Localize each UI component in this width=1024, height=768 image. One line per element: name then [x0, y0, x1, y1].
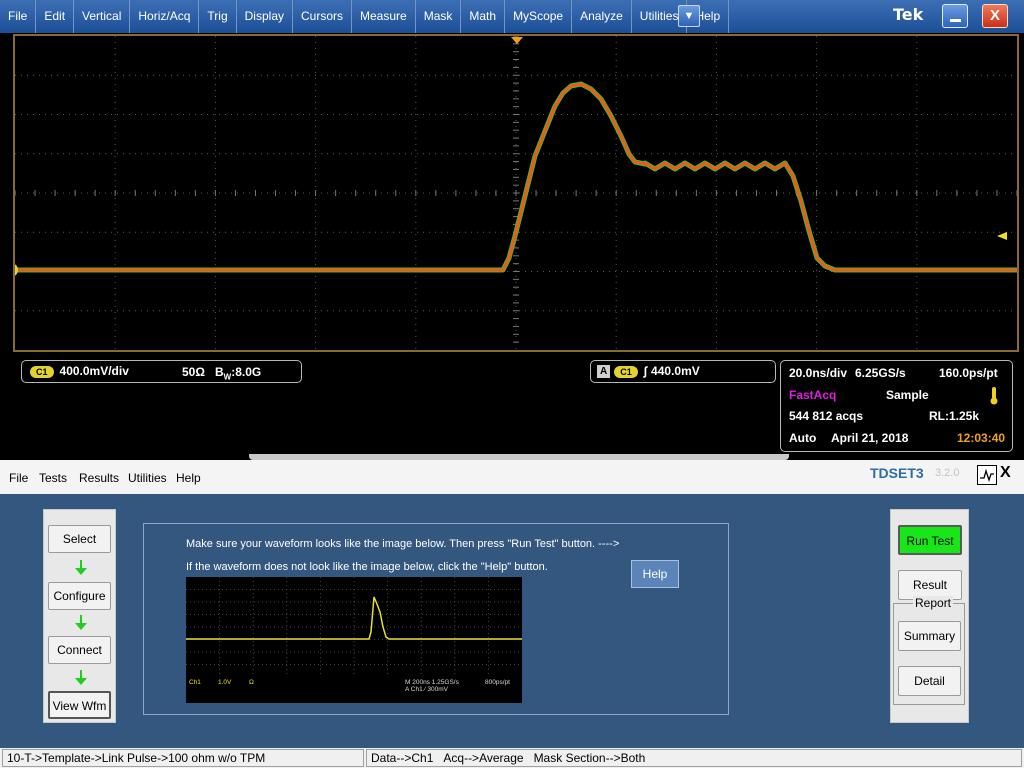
ch1-scale: 400.0mV/div [59, 364, 129, 378]
close-button[interactable]: X [982, 4, 1008, 28]
acquisition-status: Data-->Ch1 Acq-->Average Mask Section-->… [366, 749, 1022, 767]
menu-analyze[interactable]: Analyze [572, 0, 632, 33]
flow-panel: Select Configure Connect View Wfm [43, 509, 116, 723]
ch1-badge: C1 [30, 365, 54, 378]
acquisition-count: 544 812 acqs [789, 409, 864, 423]
trigger-position-marker-icon [511, 37, 523, 44]
tek-logo: Tek [893, 5, 924, 24]
status-bar: 10-T->Template->Link Pulse->100 ohm w/o … [0, 748, 1024, 768]
ref-resolution-label: 800ps/pt [485, 679, 510, 686]
report-label: Report [913, 596, 954, 610]
instruction-line-1: Make sure your waveform looks like the i… [186, 538, 620, 550]
menu-measure[interactable]: Measure [352, 0, 416, 33]
ch1-ground-marker-icon: 1 [15, 264, 18, 276]
scope-menubar: File Edit Vertical Horiz/Acq Trig Displa… [0, 0, 1024, 33]
configure-button[interactable]: Configure [48, 582, 111, 610]
graticule-center-ticks [15, 36, 1017, 343]
trigger-level-arrow-icon [997, 232, 1007, 240]
date: April 21, 2018 [831, 431, 909, 445]
waveform-app-icon[interactable] [977, 465, 997, 485]
trigger-source-badge: C1 [614, 365, 638, 378]
time: 12:03:40 [957, 431, 1006, 445]
detail-button[interactable]: Detail [898, 666, 961, 696]
thermometer-icon [990, 387, 998, 405]
tdset3-window: File Tests Results Utilities Help TDSET3… [0, 460, 1024, 768]
ch1-readout[interactable]: C1 400.0mV/div 50Ω BW:8.0G [21, 360, 302, 383]
select-button[interactable]: Select [48, 525, 111, 553]
trigger-mode: Auto [789, 431, 817, 445]
menu-mask[interactable]: Mask [416, 0, 462, 33]
action-panel: Run Test Result Report Summary Detail [890, 509, 969, 723]
menu-cursors[interactable]: Cursors [293, 0, 353, 33]
horizontal-scale: 20.0ns/div [789, 366, 848, 380]
help-button[interactable]: Help [631, 560, 679, 588]
menu-math[interactable]: Math [461, 0, 506, 33]
app-menu-tests[interactable]: Tests [39, 471, 67, 485]
ref-ch-label: Ch1 [189, 679, 201, 686]
menu-horiz-acq[interactable]: Horiz/Acq [130, 0, 200, 33]
minimize-button[interactable] [942, 4, 968, 28]
app-body: Select Configure Connect View Wfm Make s… [0, 494, 1024, 748]
sample-mode: Sample [886, 388, 929, 402]
trigger-mode-badge: A [597, 365, 611, 379]
test-path-status: 10-T->Template->Link Pulse->100 ohm w/o … [2, 749, 364, 767]
app-version: 3.2.0 [935, 467, 960, 479]
menu-display[interactable]: Display [237, 0, 293, 33]
summary-button[interactable]: Summary [898, 621, 961, 651]
report-group: Report Summary Detail [893, 596, 965, 705]
app-menu-results[interactable]: Results [79, 471, 119, 485]
instruction-line-2: If the waveform does not look like the i… [186, 561, 548, 573]
flow-arrow-icon [75, 560, 87, 575]
app-menu-file[interactable]: File [9, 471, 28, 485]
reference-waveform-image: Ch1 1.0V Ω M 200ns 1.25GS/s 800ps/pt A C… [186, 577, 522, 703]
app-menu-help[interactable]: Help [176, 471, 201, 485]
app-menu-utilities[interactable]: Utilities [128, 471, 167, 485]
fastacq-label: FastAcq [789, 388, 837, 402]
instruction-panel: Make sure your waveform looks like the i… [143, 523, 729, 715]
flow-arrow-icon [75, 670, 87, 685]
ch1-termination: 50Ω [182, 365, 205, 379]
ch1-bandwidth: BW:8.0G [215, 365, 262, 382]
menu-myscope[interactable]: MyScope [505, 0, 573, 33]
run-test-button[interactable]: Run Test [898, 525, 962, 555]
trigger-readout[interactable]: A C1 ∫ 440.0mV [590, 360, 776, 383]
flow-arrow-icon [75, 615, 87, 630]
reference-grid [186, 577, 522, 677]
record-length: RL:1.25k [929, 409, 980, 423]
view-wfm-button[interactable]: View Wfm [48, 691, 111, 719]
waveform-graticule[interactable]: 1 [13, 34, 1019, 352]
ref-trigger-label: A Ch1 ∕ 300mV [405, 686, 449, 693]
readout-area: C1 400.0mV/div 50Ω BW:8.0G A C1 ∫ 440.0mV 20… [0, 354, 1024, 458]
menu-dropdown-button[interactable]: ▼ [678, 5, 700, 27]
menu-vertical[interactable]: Vertical [74, 0, 131, 33]
trigger-level: 440.0mV [651, 364, 700, 378]
menu-edit[interactable]: Edit [36, 0, 75, 33]
ref-term-label: Ω [249, 679, 254, 686]
rising-edge-icon: ∫ [643, 364, 648, 378]
app-title: TDSET3 [870, 465, 924, 481]
menu-file[interactable]: File [0, 0, 37, 33]
app-close-button[interactable]: X [1000, 464, 1011, 482]
menu-trig[interactable]: Trig [199, 0, 237, 33]
app-menubar: File Tests Results Utilities Help TDSET3… [0, 460, 1024, 494]
time-resolution: 160.0ps/pt [939, 366, 998, 380]
ref-timebase-label: M 200ns 1.25GS/s [405, 679, 460, 686]
sample-rate: 6.25GS/s [855, 366, 906, 380]
horizontal-readout[interactable]: 20.0ns/div 6.25GS/s 160.0ps/pt FastAcq S… [780, 360, 1013, 452]
ref-scale-label: 1.0V [218, 679, 232, 686]
connect-button[interactable]: Connect [48, 636, 111, 664]
